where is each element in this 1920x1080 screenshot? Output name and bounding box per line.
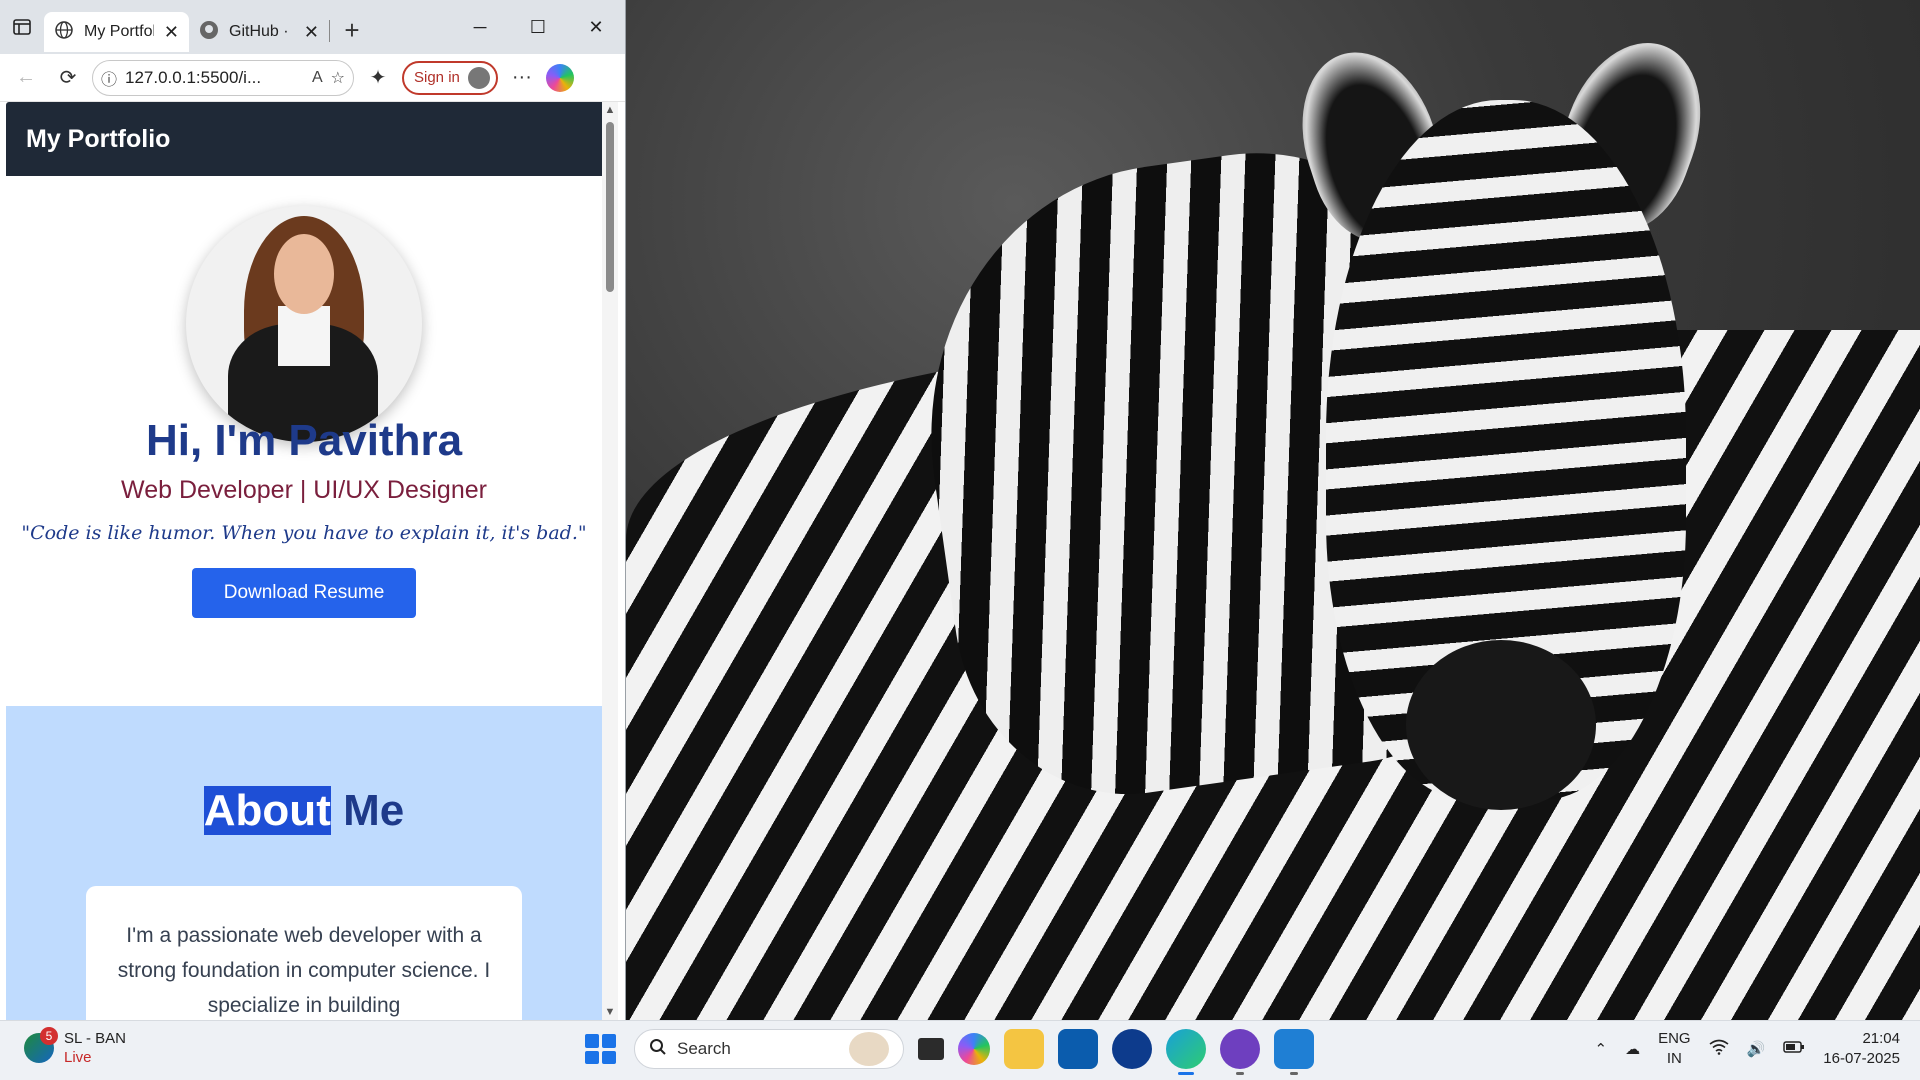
- info-icon[interactable]: ⓘ: [101, 66, 117, 90]
- scroll-down-arrow-icon[interactable]: ▼: [604, 1006, 616, 1018]
- desktop-wallpaper: [626, 0, 1920, 1020]
- microsoft-store-icon[interactable]: [1058, 1029, 1098, 1069]
- about-title-selected: About: [203, 786, 331, 835]
- close-window-icon[interactable]: ✕: [567, 0, 625, 54]
- windows-start-icon[interactable]: [580, 1029, 620, 1069]
- close-icon[interactable]: ✕: [304, 22, 319, 43]
- site-header: My Portfolio: [6, 102, 602, 176]
- favorite-star-icon[interactable]: ☆: [331, 68, 345, 88]
- zebra-muzzle-art: [1406, 640, 1596, 810]
- about-text: I'm a passionate web developer with a st…: [117, 924, 491, 1017]
- clock[interactable]: 21:04 16-07-2025: [1823, 1029, 1900, 1069]
- about-title-rest: Me: [330, 786, 405, 835]
- profile-photo: [186, 206, 422, 442]
- scrollbar-thumb[interactable]: [606, 122, 614, 292]
- task-view-icon[interactable]: [918, 1038, 944, 1060]
- portfolio-page: My Portfolio Hi, I'm Pavithra Web Develo…: [6, 102, 602, 1020]
- taskbar-search[interactable]: Search: [634, 1029, 904, 1069]
- back-arrow-icon[interactable]: ←: [8, 60, 44, 96]
- vscode-icon[interactable]: [1274, 1029, 1314, 1075]
- address-url: 127.0.0.1:5500/i...: [125, 67, 262, 87]
- widget-status: Live: [64, 1049, 92, 1066]
- about-title: About Me: [6, 786, 602, 836]
- page-scrollbar[interactable]: ▲ ▼: [602, 102, 618, 1020]
- tab-title: GitHub · B: [229, 23, 294, 40]
- chevron-up-icon[interactable]: ⌃: [1594, 1040, 1607, 1058]
- browser-window: My Portfolio ✕ GitHub · B ✕ + ─ ☐ ✕ ← ⟳ …: [0, 0, 626, 1020]
- globe-icon: [54, 20, 74, 45]
- new-tab-plus-icon[interactable]: +: [330, 15, 374, 46]
- language-region: IN: [1666, 1050, 1682, 1067]
- file-explorer-icon[interactable]: [1004, 1029, 1044, 1069]
- hero-name: Hi, I'm Pavithra: [145, 416, 463, 465]
- extensions-puzzle-icon[interactable]: ✦: [360, 60, 396, 96]
- github-desktop-icon[interactable]: [1220, 1029, 1260, 1075]
- battery-icon[interactable]: [1783, 1040, 1805, 1058]
- page-viewport: My Portfolio Hi, I'm Pavithra Web Develo…: [0, 102, 626, 1020]
- download-resume-button[interactable]: Download Resume: [192, 568, 416, 618]
- tab-title: My Portfolio: [84, 23, 154, 40]
- sign-in-label: Sign in: [414, 69, 460, 86]
- hero-section: Hi, I'm Pavithra Web Developer | UI/UX D…: [6, 176, 602, 708]
- tab-bar: My Portfolio ✕ GitHub · B ✕ + ─ ☐ ✕: [0, 0, 625, 54]
- maximize-icon[interactable]: ☐: [509, 0, 567, 54]
- about-card: I'm a passionate web developer with a st…: [86, 886, 522, 1020]
- github-icon: [199, 20, 219, 45]
- widget-text: SL - BAN Live: [64, 1029, 126, 1067]
- more-menu-icon[interactable]: ···: [504, 60, 540, 96]
- edge-browser-icon[interactable]: [1166, 1029, 1206, 1075]
- search-icon: [649, 1038, 667, 1061]
- read-aloud-icon[interactable]: A: [312, 69, 323, 87]
- dell-icon[interactable]: [1112, 1029, 1152, 1069]
- photo-face-art: [274, 234, 334, 314]
- browser-toolbar: ← ⟳ ⓘ 127.0.0.1:5500/i... A ☆ ✦ Sign in …: [0, 54, 625, 102]
- copilot-icon[interactable]: [545, 63, 574, 92]
- photo-shirt-art: [278, 306, 330, 366]
- copilot-app-icon[interactable]: [958, 1033, 990, 1065]
- wifi-icon[interactable]: [1709, 1039, 1729, 1059]
- refresh-icon[interactable]: ⟳: [50, 60, 86, 96]
- search-highlight-art: [849, 1032, 889, 1066]
- window-controls: ─ ☐ ✕: [451, 0, 625, 54]
- volume-icon[interactable]: 🔊: [1747, 1040, 1766, 1058]
- tab-github[interactable]: GitHub · B ✕: [189, 12, 329, 52]
- system-tray: ⌃ ☁ ENG IN 🔊 21:04 16-07-2025: [1594, 1029, 1900, 1069]
- cricket-widget-icon: 5: [24, 1027, 58, 1063]
- taskbar-apps: Search: [580, 1029, 1314, 1075]
- language-code: ENG: [1658, 1030, 1691, 1047]
- clock-date: 16-07-2025: [1823, 1050, 1900, 1067]
- clock-time: 21:04: [1862, 1030, 1900, 1047]
- address-bar[interactable]: ⓘ 127.0.0.1:5500/i... A ☆: [92, 59, 354, 96]
- site-title: My Portfolio: [26, 124, 171, 153]
- sign-in-button[interactable]: Sign in: [402, 60, 498, 95]
- close-icon[interactable]: ✕: [164, 22, 179, 43]
- hero-role: Web Developer | UI/UX Designer: [121, 476, 487, 504]
- language-indicator[interactable]: ENG IN: [1658, 1029, 1691, 1069]
- onedrive-icon[interactable]: ☁: [1625, 1040, 1640, 1058]
- sports-widget[interactable]: 5 SL - BAN Live: [24, 1027, 126, 1067]
- hero-quote: "Code is like humor. When you have to ex…: [21, 522, 587, 544]
- minimize-icon[interactable]: ─: [451, 0, 509, 54]
- notification-badge: 5: [40, 1027, 58, 1045]
- widget-title: SL - BAN: [64, 1030, 126, 1047]
- search-placeholder: Search: [677, 1039, 731, 1058]
- scroll-up-arrow-icon[interactable]: ▲: [604, 104, 616, 116]
- tab-portfolio[interactable]: My Portfolio ✕: [44, 12, 189, 52]
- taskbar: 5 SL - BAN Live Search ⌃ ☁ ENG IN 🔊 21:0…: [0, 1020, 1920, 1080]
- profile-avatar-icon: [467, 66, 490, 89]
- tab-actions-icon[interactable]: [0, 0, 44, 54]
- about-section: About Me I'm a passionate web developer …: [6, 706, 602, 1020]
